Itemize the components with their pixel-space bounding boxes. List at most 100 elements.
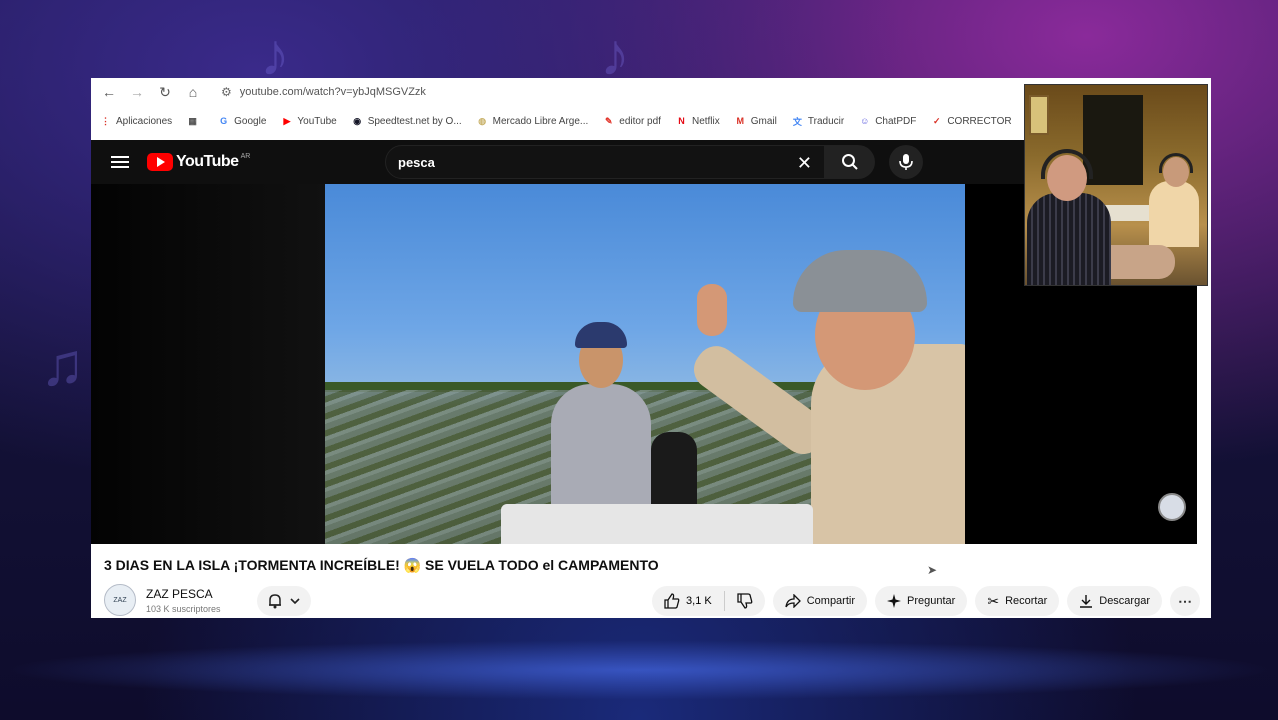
video-boat (501, 504, 813, 544)
search-button[interactable] (825, 145, 875, 179)
subscriber-count: 103 K suscriptores (146, 604, 221, 614)
pdf-icon: ✎ (604, 115, 613, 126)
more-actions-button[interactable]: ⋯ (1170, 586, 1200, 616)
bookmark-item[interactable]: M Gmail (734, 115, 777, 128)
bookmark-label: editor pdf (619, 115, 661, 127)
clip-label: Recortar (1005, 595, 1048, 607)
channel-row: ZAZ ZAZ PESCA 103 K suscriptores 3,1 K C… (104, 584, 1200, 618)
country-code: AR (240, 152, 251, 160)
bookmark-item[interactable]: ▶ YouTube (280, 115, 336, 128)
ask-label: Preguntar (907, 595, 956, 607)
download-icon (1080, 595, 1093, 608)
webcam-person-right (1149, 181, 1199, 247)
video-person-right-cap (793, 250, 927, 312)
music-note-decoration: ♫ (40, 331, 85, 398)
search-icon (842, 154, 858, 170)
download-label: Descargar (1099, 595, 1150, 607)
video-title: 3 DIAS EN LA ISLA ¡TORMENTA INCREÍBLE! 😱… (104, 557, 659, 573)
bookmark-label: CORRECTOR (947, 115, 1012, 127)
netflix-icon: N (678, 116, 685, 126)
like-button[interactable]: 3,1 K (652, 586, 724, 616)
like-dislike-group: 3,1 K (652, 586, 765, 616)
like-count: 3,1 K (686, 595, 712, 607)
webcam-headset-icon (1159, 153, 1193, 173)
bookmark-label: Google (234, 115, 267, 127)
forward-button[interactable]: → (123, 78, 151, 106)
bookmark-item[interactable]: ✎ editor pdf (602, 115, 661, 128)
bookmark-item[interactable]: ▦ (186, 115, 203, 128)
share-label: Compartir (806, 595, 856, 607)
grid-icon: ▦ (188, 115, 197, 126)
ask-button[interactable]: Preguntar (875, 586, 968, 616)
more-icon: ⋯ (1178, 592, 1192, 609)
bookmark-label: Speedtest.net by O... (367, 115, 462, 127)
bookmark-item[interactable]: N Netflix (675, 115, 720, 128)
webcam-person-left (1027, 193, 1111, 285)
bookmark-item[interactable]: ◉ Speedtest.net by O... (351, 115, 462, 128)
bookmark-item[interactable]: ◍ Mercado Libre Arge... (476, 115, 589, 128)
youtube-icon: ▶ (283, 115, 291, 126)
bookmark-item[interactable]: ☺ ChatPDF (858, 115, 916, 128)
thumbs-up-icon (664, 593, 680, 609)
bell-icon (269, 594, 281, 609)
sparkle-icon (887, 594, 902, 608)
background-glow (0, 640, 1278, 700)
channel-avatar[interactable]: ZAZ (104, 584, 136, 616)
bookmark-label: Traducir (807, 115, 845, 127)
webcam-wall-frame (1029, 95, 1049, 135)
back-button[interactable]: ← (95, 78, 123, 106)
apps-grid-icon: ⋮ (101, 115, 110, 126)
speedtest-icon: ◉ (353, 115, 362, 126)
channel-avatar-text: ZAZ (113, 596, 127, 604)
menu-icon[interactable] (111, 153, 129, 171)
site-info-icon[interactable]: ⚙ (221, 85, 232, 99)
search-input[interactable] (398, 154, 778, 170)
youtube-logo[interactable]: YouTube AR (147, 153, 250, 171)
youtube-play-icon (147, 153, 173, 171)
microphone-icon (899, 154, 913, 170)
home-button[interactable]: ⌂ (179, 78, 207, 106)
bookmark-label: YouTube (297, 115, 337, 127)
voice-search-button[interactable] (889, 145, 923, 179)
webcam-overlay (1024, 84, 1208, 286)
chatpdf-icon: ☺ (860, 116, 870, 126)
bookmark-label: Netflix (691, 115, 720, 127)
mouse-cursor-icon: ➤ (927, 563, 938, 577)
scissors-icon: ✂ (987, 592, 1000, 609)
reload-button[interactable]: ↻ (151, 78, 179, 106)
youtube-logo-text: YouTube (176, 153, 239, 170)
video-person-right-hand (697, 284, 727, 336)
google-icon: G (220, 116, 228, 126)
bookmark-item[interactable]: ⋮ Aplicaciones (99, 115, 172, 128)
checkmark-icon: ✓ (933, 115, 941, 126)
bookmark-label: Aplicaciones (116, 115, 173, 127)
player-letterbox (91, 184, 325, 544)
share-icon (785, 594, 801, 608)
bookmark-label: ChatPDF (875, 115, 917, 127)
bookmark-label: Gmail (750, 115, 777, 127)
clip-button[interactable]: ✂ Recortar (975, 586, 1060, 616)
bookmark-item[interactable]: ✓ CORRECTOR (930, 115, 1012, 128)
youtube-header: YouTube AR ✕ (91, 140, 1025, 184)
channel-name[interactable]: ZAZ PESCA (146, 587, 213, 601)
notifications-button[interactable] (257, 586, 311, 616)
address-bar[interactable]: ⚙ youtube.com/watch?v=ybJqMSGVZzk (213, 81, 434, 103)
download-button[interactable]: Descargar (1067, 586, 1162, 616)
chevron-down-icon (290, 598, 300, 605)
search-box: ✕ (385, 145, 825, 179)
bookmark-label: Mercado Libre Arge... (492, 115, 589, 127)
clear-search-icon[interactable]: ✕ (797, 153, 812, 174)
gmail-icon: M (736, 116, 745, 126)
bookmark-item[interactable]: 文 Traducir (791, 115, 844, 128)
video-person-left-cap (575, 322, 627, 348)
video-frame[interactable] (325, 184, 965, 544)
share-button[interactable]: Compartir (772, 586, 868, 616)
bookmark-item[interactable]: G Google (217, 115, 266, 128)
channel-watermark-icon[interactable] (1158, 493, 1186, 521)
mercadolibre-icon: ◍ (478, 115, 487, 126)
dislike-button[interactable] (725, 586, 765, 616)
url-text: youtube.com/watch?v=ybJqMSGVZzk (239, 86, 426, 98)
video-actions: 3,1 K Compartir Preguntar ✂ Recortar Des… (652, 586, 1200, 616)
translate-icon: 文 (792, 116, 802, 127)
thumbs-down-icon (737, 593, 753, 609)
